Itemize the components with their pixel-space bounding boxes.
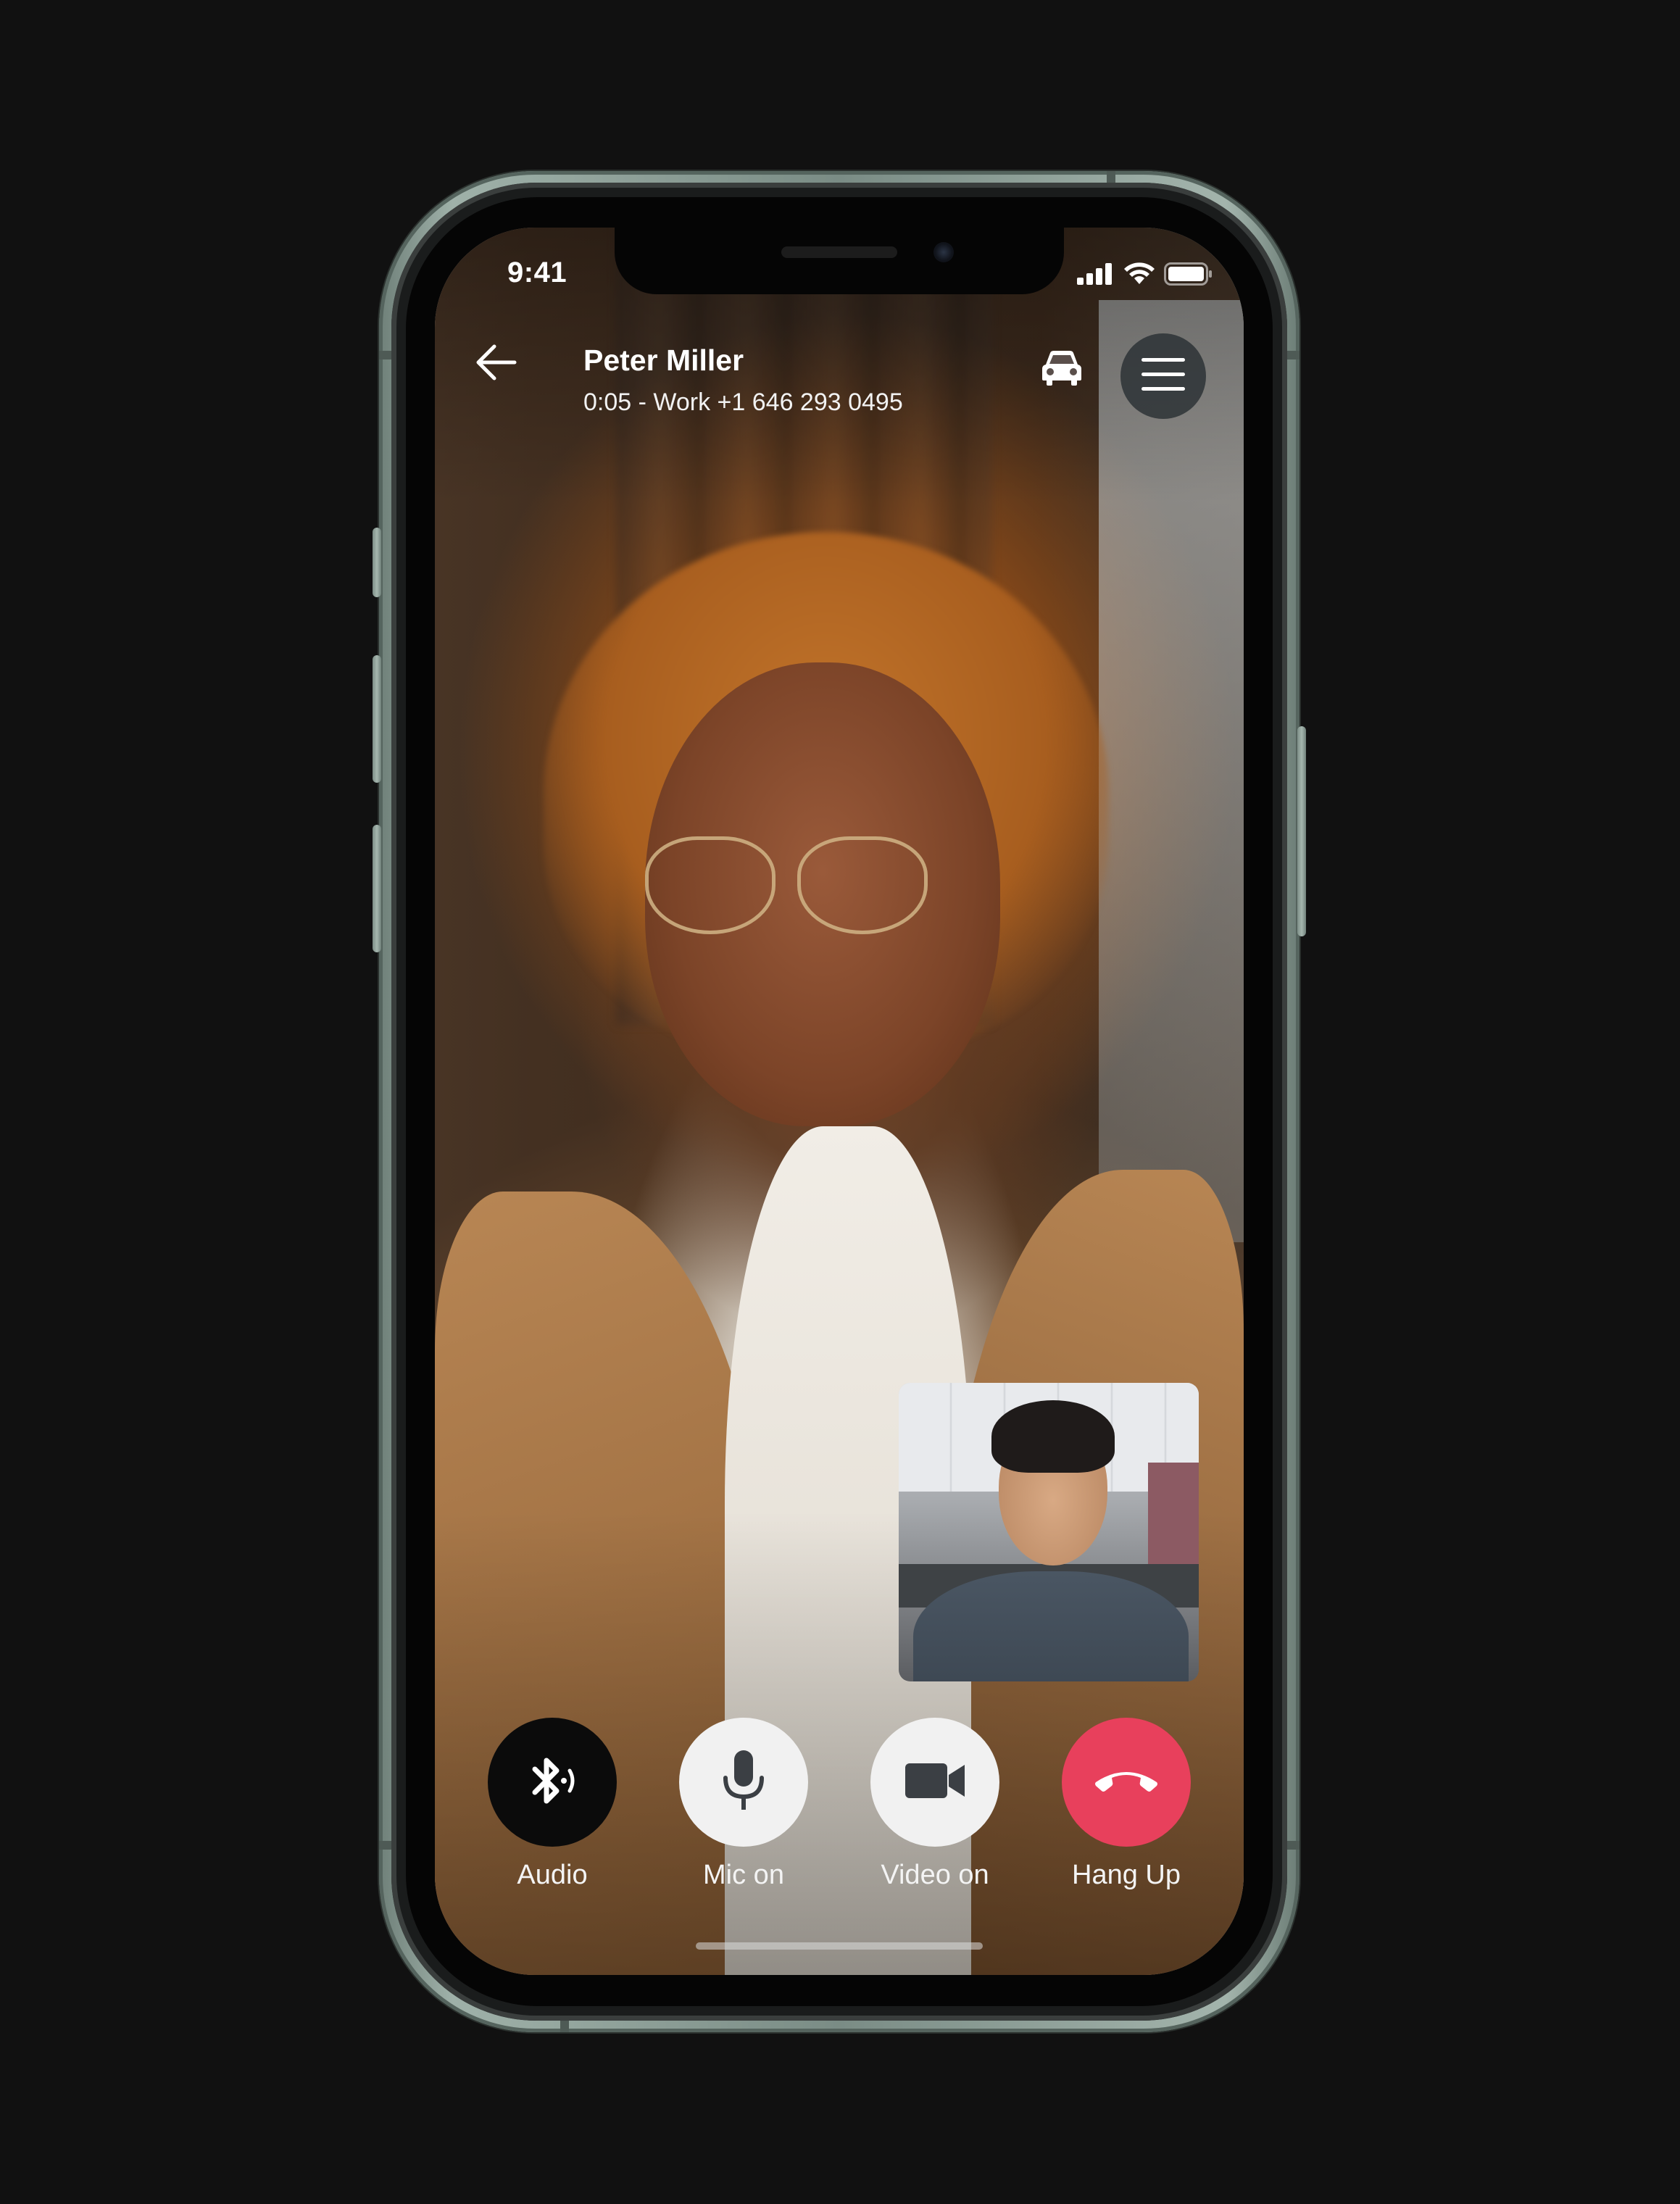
power-button: [1297, 726, 1306, 936]
menu-button[interactable]: [1120, 333, 1206, 419]
preview-person-hair: [991, 1400, 1115, 1473]
caller-name: Peter Miller: [583, 344, 744, 377]
phone-hangup-icon: [1093, 1766, 1160, 1799]
driving-mode-button[interactable]: [1035, 342, 1089, 396]
antenna-line: [1285, 1841, 1299, 1850]
audio-label: Audio: [517, 1860, 588, 1890]
remote-video-feed: [435, 228, 1244, 1975]
stage: 9:41 Peter Miller 0:05 - Work +1 646 293…: [0, 0, 1680, 2204]
volume-up-button: [373, 655, 381, 783]
volume-down-button: [373, 825, 381, 952]
hamburger-menu-icon: [1142, 357, 1185, 395]
preview-person-body: [913, 1571, 1189, 1681]
preview-wall: [1148, 1463, 1199, 1564]
status-icons: [1077, 262, 1213, 289]
hangup-label: Hang Up: [1072, 1860, 1181, 1890]
home-indicator[interactable]: [696, 1942, 983, 1950]
arrow-left-icon: [474, 342, 517, 386]
silent-switch: [373, 528, 381, 597]
back-button[interactable]: [467, 335, 525, 393]
hangup-button[interactable]: [1062, 1718, 1191, 1847]
self-video-preview[interactable]: [899, 1383, 1199, 1681]
hangup-control: Hang Up: [1061, 1718, 1192, 1891]
mic-button[interactable]: [679, 1718, 808, 1847]
audio-button[interactable]: [488, 1718, 617, 1847]
antenna-line: [1285, 351, 1299, 359]
cellular-signal-icon: [1077, 263, 1115, 288]
remote-glasses-right: [797, 836, 928, 934]
front-camera: [933, 242, 954, 262]
video-label: Video on: [881, 1860, 989, 1890]
mic-label: Mic on: [703, 1860, 784, 1890]
call-screen: 9:41 Peter Miller 0:05 - Work +1 646 293…: [435, 228, 1244, 1975]
bluetooth-audio-icon: [522, 1750, 583, 1815]
earpiece-speaker: [781, 246, 897, 258]
status-time: 9:41: [507, 257, 567, 288]
notch: [615, 228, 1064, 294]
video-button[interactable]: [870, 1718, 999, 1847]
wifi-icon: [1123, 262, 1155, 289]
battery-icon: [1164, 262, 1213, 289]
audio-control: Audio: [487, 1718, 617, 1891]
call-duration-and-number: 0:05 - Work +1 646 293 0495: [583, 388, 903, 416]
mic-control: Mic on: [678, 1718, 809, 1891]
call-controls: Audio Mic on Video on Hang Up: [487, 1718, 1194, 1906]
microphone-icon: [718, 1749, 769, 1816]
remote-glasses-left: [645, 836, 775, 934]
video-control: Video on: [870, 1718, 1000, 1891]
car-icon: [1040, 349, 1084, 390]
video-camera-icon: [904, 1760, 966, 1805]
